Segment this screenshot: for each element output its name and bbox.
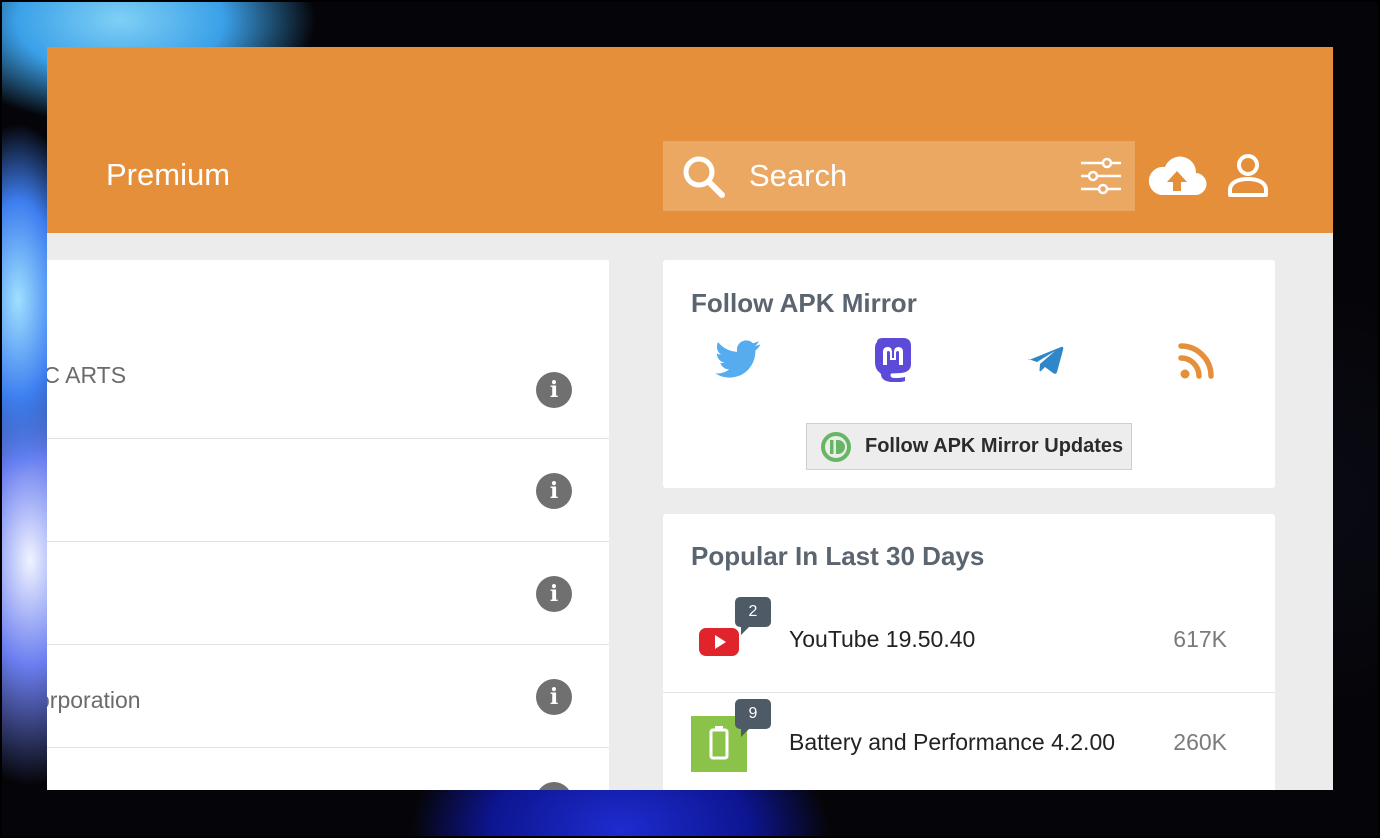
- site-header: t Premium: [47, 47, 1333, 233]
- list-item-developer: IC ARTS: [47, 362, 127, 388]
- list-item[interactable]: i: [47, 439, 609, 542]
- pushbullet-icon: [821, 431, 851, 462]
- popular-item-downloads: 260K: [1173, 729, 1227, 755]
- list-item[interactable]: i: [47, 748, 609, 790]
- search-box[interactable]: [663, 141, 1135, 211]
- filter-sliders-icon[interactable]: [1079, 157, 1123, 195]
- list-item[interactable]: IC ARTS i: [47, 260, 609, 439]
- popular-card-title: Popular In Last 30 Days: [691, 541, 985, 571]
- popular-item-downloads: 617K: [1173, 626, 1227, 652]
- mastodon-icon[interactable]: [869, 338, 917, 382]
- info-icon[interactable]: i: [536, 473, 572, 509]
- list-item[interactable]: orporation i: [47, 645, 609, 748]
- info-icon[interactable]: i: [536, 679, 572, 715]
- comment-count-badge: 2: [735, 597, 771, 635]
- upload-cloud-icon[interactable]: [1147, 153, 1207, 199]
- nav-item-premium[interactable]: Premium: [106, 157, 230, 193]
- app-list-panel: IC ARTS i i i orporation i i: [47, 260, 609, 790]
- rss-icon[interactable]: [1175, 338, 1223, 382]
- list-item[interactable]: i: [47, 542, 609, 645]
- search-icon[interactable]: [681, 154, 727, 200]
- follow-updates-button[interactable]: Follow APK Mirror Updates: [806, 423, 1132, 470]
- follow-card: Follow APK Mirror Follow APK Mirror Upda…: [663, 260, 1275, 488]
- popular-item-name[interactable]: YouTube 19.50.40: [789, 626, 975, 653]
- popular-item[interactable]: 2 YouTube 19.50.40 617K: [663, 590, 1275, 693]
- comment-count-badge: 9: [735, 699, 771, 737]
- info-icon[interactable]: i: [536, 372, 572, 408]
- popular-item[interactable]: 9 Battery and Performance 4.2.00 260K: [663, 693, 1275, 790]
- follow-updates-label: Follow APK Mirror Updates: [865, 435, 1124, 457]
- user-account-icon[interactable]: [1225, 153, 1271, 199]
- telegram-icon[interactable]: [1023, 338, 1071, 382]
- search-input[interactable]: [749, 155, 1069, 197]
- list-item-developer: orporation: [47, 687, 141, 713]
- browser-window: t Premium IC A: [47, 47, 1333, 790]
- popular-card: Popular In Last 30 Days 2 YouTube 19.50.…: [663, 514, 1275, 790]
- info-icon[interactable]: i: [536, 782, 572, 790]
- twitter-icon[interactable]: [715, 338, 763, 382]
- info-icon[interactable]: i: [536, 576, 572, 612]
- popular-item-name[interactable]: Battery and Performance 4.2.00: [789, 729, 1115, 756]
- follow-card-title: Follow APK Mirror: [691, 288, 917, 318]
